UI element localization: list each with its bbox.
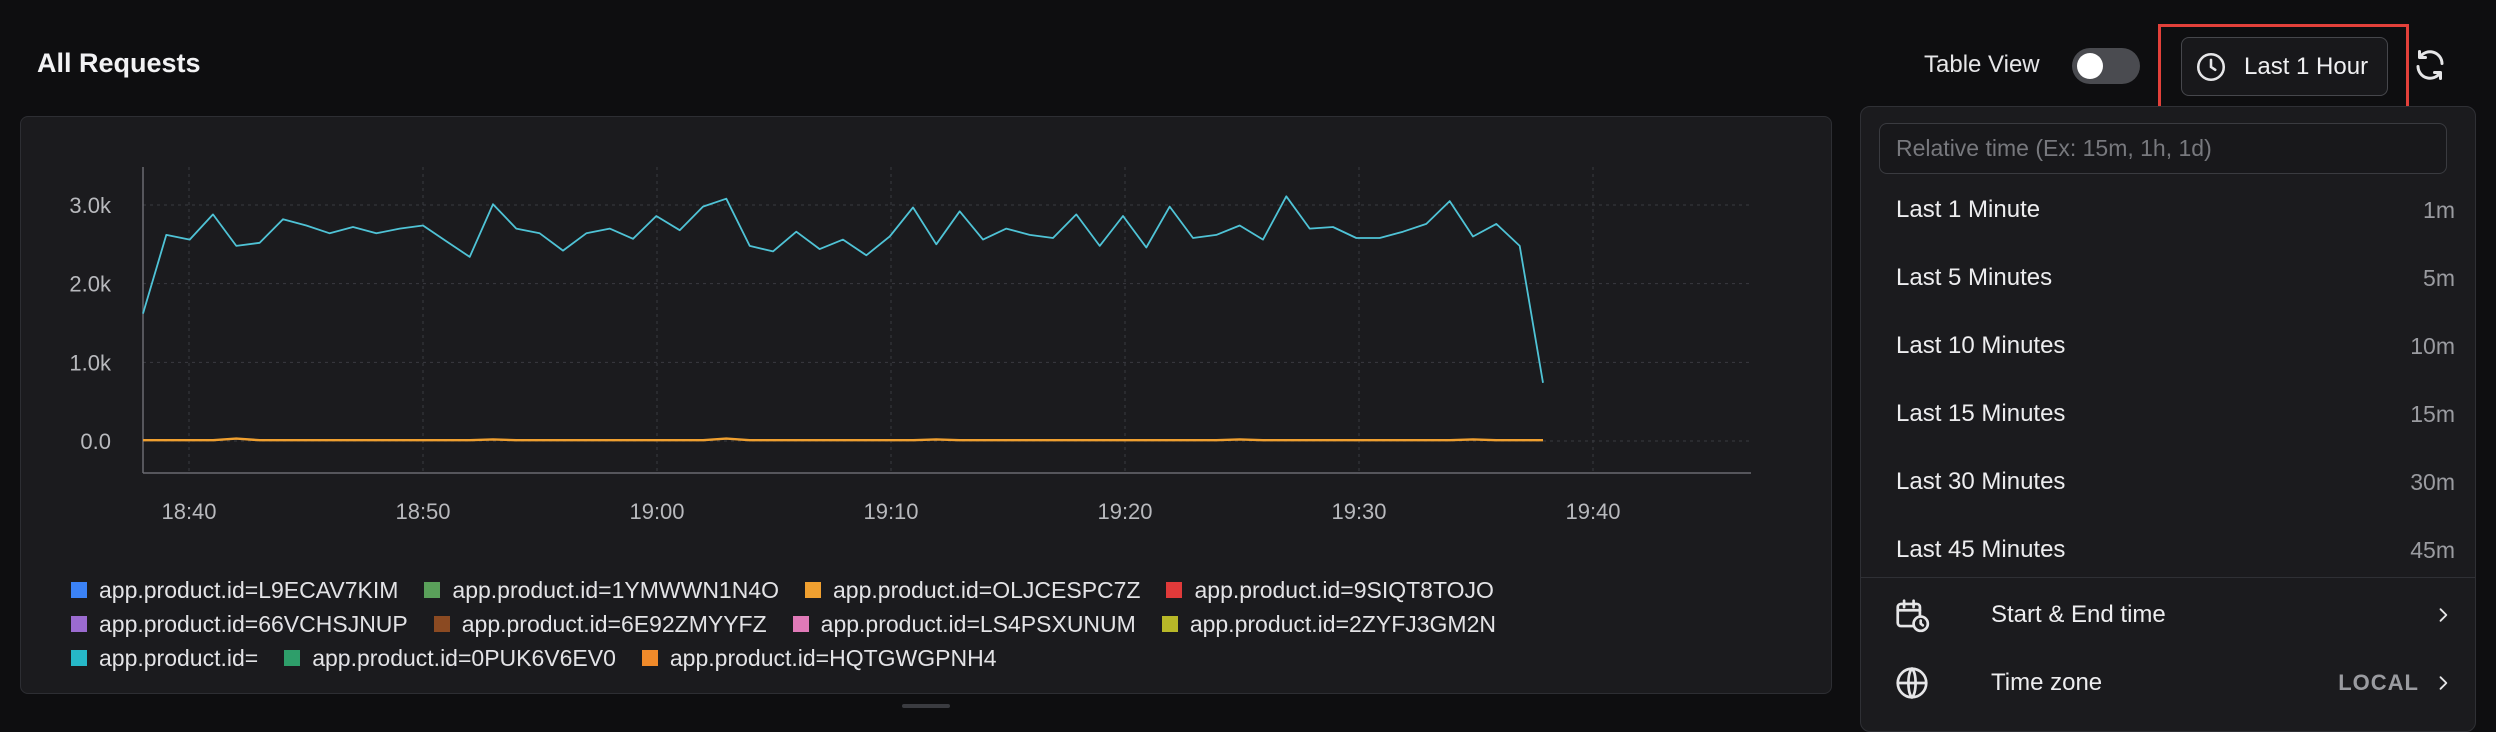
legend-item[interactable]: app.product.id=2ZYFJ3GM2N bbox=[1161, 610, 1496, 638]
time-option-shortcut: 45m bbox=[2410, 536, 2455, 563]
series-line bbox=[142, 195, 1544, 383]
x-tick-label: 19:10 bbox=[863, 499, 918, 524]
calendar-clock-icon bbox=[1896, 599, 1930, 633]
time-zone-item[interactable]: Time zone LOCAL bbox=[1861, 650, 2475, 716]
requests-line-chart: 3.0k 2.0k 1.0k 0.0 18:40 18:50 19:00 19:10 19:20… bbox=[69, 167, 1751, 524]
legend-label: app.product.id=LS4PSXUNUM bbox=[820, 610, 1136, 637]
relative-time-input[interactable] bbox=[1879, 123, 2447, 174]
y-tick-label: 2.0k bbox=[69, 272, 112, 297]
time-zone-label: Time zone bbox=[1991, 669, 2103, 696]
legend-swatch bbox=[71, 582, 87, 598]
time-option[interactable]: Last 5 Minutes 5m bbox=[1861, 247, 2475, 309]
legend-swatch bbox=[71, 616, 87, 632]
legend-swatch bbox=[792, 616, 809, 632]
legend-label: app.product.id=66VCHSJNUP bbox=[99, 610, 408, 637]
toggle-knob bbox=[2077, 53, 2103, 79]
time-option[interactable]: Last 45 Minutes 45m bbox=[1861, 519, 2475, 581]
time-range-button[interactable]: Last 1 Hour bbox=[2181, 37, 2388, 96]
time-option-shortcut: 15m bbox=[2410, 400, 2455, 427]
x-tick-label: 19:30 bbox=[1331, 499, 1386, 524]
x-tick-label: 19:20 bbox=[1097, 499, 1152, 524]
legend-row: app.product.id=66VCHSJNUP app.product.id=… bbox=[71, 607, 1771, 641]
time-option[interactable]: Last 10 Minutes 10m bbox=[1861, 315, 2475, 377]
legend-label: app.product.id=6E92ZMYYFZ bbox=[461, 610, 767, 637]
legend-item[interactable]: app.product.id=66VCHSJNUP bbox=[71, 611, 408, 638]
legend-label: app.product.id=L9ECAV7KIM bbox=[99, 576, 399, 603]
time-option[interactable]: Last 1 Minute 1m bbox=[1861, 179, 2475, 241]
chart-legend: app.product.id=L9ECAV7KIM app.product.id=… bbox=[71, 573, 1771, 675]
legend-item[interactable]: app.product.id= bbox=[71, 645, 258, 672]
legend-label: app.product.id=9SIQT8TOJO bbox=[1194, 576, 1494, 603]
legend-swatch bbox=[641, 650, 658, 666]
legend-swatch bbox=[805, 582, 822, 598]
time-option-label: Last 45 Minutes bbox=[1896, 536, 2066, 563]
time-option-shortcut: 5m bbox=[2423, 264, 2455, 291]
table-view-label: Table View bbox=[1924, 51, 2040, 78]
legend-label: app.product.id=2ZYFJ3GM2N bbox=[1189, 610, 1496, 637]
chart-panel: 3.0k 2.0k 1.0k 0.0 18:40 18:50 19:00 19:10 19:20… bbox=[20, 116, 1832, 694]
time-option-label: Last 15 Minutes bbox=[1896, 400, 2066, 427]
legend-label: app.product.id=0PUK6V6EV0 bbox=[312, 644, 616, 671]
time-option-shortcut: 30m bbox=[2410, 468, 2455, 495]
legend-row: app.product.id= app.product.id=0PUK6V6EV0… bbox=[71, 641, 1771, 675]
y-tick-label: 3.0k bbox=[69, 193, 112, 218]
legend-swatch bbox=[424, 582, 441, 598]
x-tick-label: 18:50 bbox=[395, 499, 450, 524]
legend-swatch bbox=[284, 650, 301, 666]
time-zone-value: LOCAL bbox=[2338, 670, 2419, 695]
time-option-label: Last 1 Minute bbox=[1896, 196, 2041, 223]
time-option[interactable]: Last 15 Minutes 15m bbox=[1861, 383, 2475, 445]
table-view-toggle[interactable] bbox=[2072, 48, 2140, 84]
legend-row: app.product.id=L9ECAV7KIM app.product.id=… bbox=[71, 573, 1771, 607]
start-end-time-label: Start & End time bbox=[1991, 601, 2166, 628]
legend-item[interactable]: app.product.id=HQTGWGPNH4 bbox=[641, 644, 997, 672]
time-option-shortcut: 10m bbox=[2410, 332, 2455, 359]
clock-icon bbox=[2196, 52, 2226, 81]
legend-label: app.product.id= bbox=[99, 644, 259, 671]
time-option-label: Last 10 Minutes bbox=[1896, 332, 2066, 359]
legend-item[interactable]: app.product.id=LS4PSXUNUM bbox=[792, 610, 1136, 638]
legend-item[interactable]: app.product.id=9SIQT8TOJO bbox=[1166, 576, 1494, 604]
legend-swatch bbox=[1166, 582, 1183, 598]
time-range-dropdown: Last 1 Minute 1m Last 5 Minutes 5m Last 10 M… bbox=[1860, 106, 2476, 732]
start-end-time-item[interactable]: Start & End time bbox=[1861, 582, 2475, 648]
time-option[interactable]: Last 30 Minutes 30m bbox=[1861, 451, 2475, 513]
legend-swatch bbox=[433, 616, 450, 632]
x-tick-label: 18:40 bbox=[161, 499, 216, 524]
legend-swatch bbox=[1161, 616, 1178, 632]
page-title: All Requests bbox=[37, 48, 201, 78]
resize-handle[interactable] bbox=[902, 704, 950, 708]
time-option-label: Last 30 Minutes bbox=[1896, 468, 2066, 495]
time-option-shortcut: 1m bbox=[2423, 196, 2455, 223]
chevron-right-icon bbox=[2439, 676, 2448, 690]
legend-item[interactable]: app.product.id=1YMWWN1N4O bbox=[424, 577, 779, 604]
series-line bbox=[143, 437, 1543, 442]
y-tick-label: 0.0 bbox=[80, 429, 111, 454]
legend-item[interactable]: app.product.id=L9ECAV7KIM bbox=[71, 577, 398, 604]
dropdown-divider bbox=[1861, 577, 2475, 578]
legend-label: app.product.id=1YMWWN1N4O bbox=[452, 576, 780, 603]
x-tick-label: 19:40 bbox=[1565, 499, 1620, 524]
chevron-right-icon bbox=[2439, 608, 2448, 622]
time-option-label: Last 5 Minutes bbox=[1896, 264, 2053, 291]
legend-swatch bbox=[71, 650, 87, 666]
x-tick-label: 19:00 bbox=[629, 499, 684, 524]
refresh-icon[interactable] bbox=[2412, 47, 2448, 83]
legend-label: app.product.id=HQTGWGPNH4 bbox=[669, 644, 997, 671]
time-range-label: Last 1 Hour bbox=[2244, 52, 2369, 80]
legend-item[interactable]: app.product.id=6E92ZMYYFZ bbox=[433, 610, 767, 638]
legend-item[interactable]: app.product.id=OLJCESPC7Z bbox=[805, 577, 1140, 604]
y-tick-label: 1.0k bbox=[69, 350, 112, 375]
legend-label: app.product.id=OLJCESPC7Z bbox=[833, 576, 1141, 603]
legend-item[interactable]: app.product.id=0PUK6V6EV0 bbox=[284, 645, 616, 672]
globe-icon bbox=[1896, 666, 1928, 700]
